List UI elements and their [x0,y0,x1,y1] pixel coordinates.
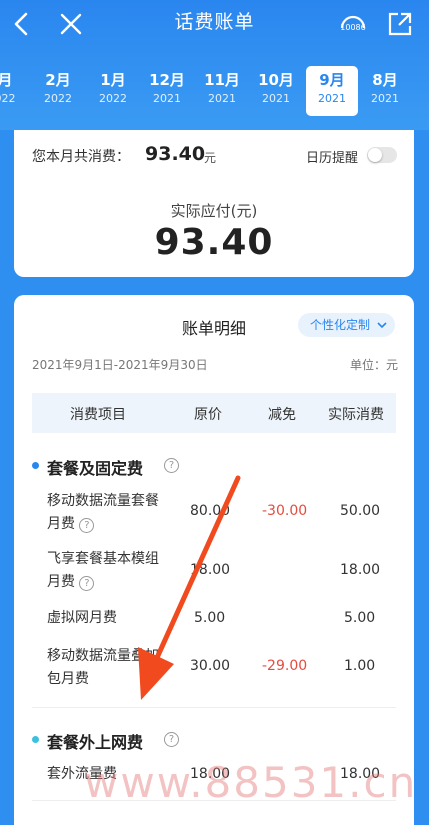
date-range: 2021年9月1日-2021年9月30日 [32,358,208,372]
help-icon[interactable]: ? [164,458,179,473]
row-actual: 5.00 [344,610,376,626]
month-tab[interactable]: 2月 2022 [33,66,83,116]
row-actual: 50.00 [340,503,381,519]
month-tab[interactable]: 12月 2021 [142,66,192,116]
total-label: 您本月共消费： [32,149,130,165]
row-name: 虚拟网月费 [47,610,117,626]
row-original-price: 30.00 [190,658,231,674]
row-name: 移动数据流量套餐月费 ? [47,493,159,533]
pay-value: 93.40 [154,222,274,263]
pay-label: 实际应付(元) [170,202,258,220]
chevron-down-icon [377,313,387,345]
column-header: 原价 [194,407,222,423]
section-divider [32,707,396,708]
row-discount: -30.00 [262,503,308,519]
month-tab-active[interactable]: 9月 2021 [306,66,358,116]
bill-detail-card: 账单明细 个性化定制 2021年9月1日-2021年9月30日 单位：元 消费项… [14,295,414,825]
row-name: 飞享套餐基本模组月费 ? [47,551,159,591]
column-header: 实际消费 [328,407,384,423]
customize-button[interactable]: 个性化定制 [298,313,395,337]
calendar-reminder-toggle[interactable] [367,147,397,163]
row-actual: 1.00 [344,658,376,674]
watermark-text: www.88531.cn [84,758,418,807]
summary-card: 您本月共消费： 93.40 元 日历提醒 实际应付(元) 93.40 [14,130,414,277]
section-title: 套餐及固定费 [47,459,144,478]
unit-label: 单位：元 [349,358,398,372]
app-header: 话费账单 10086 月022 2月2022 1月2022 12月2021 11… [0,0,429,130]
section-dot [32,736,39,743]
share-icon [388,12,412,36]
toggle-knob [368,148,382,162]
column-header: 减免 [268,407,296,423]
hotline-label: 10086 [340,23,365,32]
month-tab[interactable]: 11月 2021 [197,66,247,116]
month-tab[interactable]: 月022 [0,66,30,116]
help-icon[interactable]: ? [79,576,95,591]
hotline-button[interactable]: 10086 [335,6,371,42]
row-original-price: 80.00 [190,503,231,519]
column-header: 消费项目 [70,407,126,423]
row-original-price: 18.00 [190,562,231,578]
row-actual: 18.00 [340,562,381,578]
total-value: 93.40 [145,143,206,165]
help-icon[interactable]: ? [79,518,95,533]
customize-label: 个性化定制 [310,318,371,332]
help-icon[interactable]: ? [164,732,179,747]
month-tab[interactable]: 1月 2022 [88,66,138,116]
row-original-price: 5.00 [194,610,226,626]
row-discount: -29.00 [262,658,308,674]
section-title: 套餐外上网费 [47,733,144,752]
month-tab[interactable]: 8月 2021 [360,66,410,116]
total-unit: 元 [204,151,217,165]
table-header: 消费项目 原价 减免 实际消费 [32,393,396,433]
calendar-reminder-label: 日历提醒 [306,151,359,166]
month-selector: 月022 2月2022 1月2022 12月2021 11月2021 10月20… [0,66,429,116]
row-name: 移动数据流量叠加包月费 [47,648,159,687]
share-button[interactable] [384,6,416,42]
month-tab[interactable]: 10月 2021 [251,66,301,116]
headset-icon: 10086 [340,15,366,32]
section-dot [32,462,39,469]
